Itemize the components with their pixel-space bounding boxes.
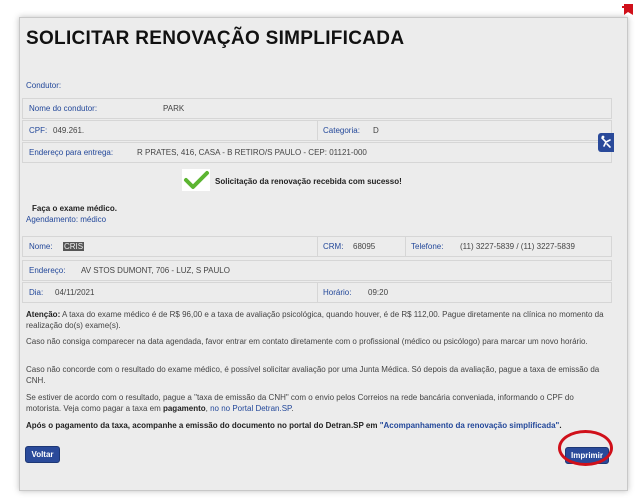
highlight-circle <box>558 430 613 466</box>
main-panel: SOLICITAR RENOVAÇÃO SIMPLIFICADA Conduto… <box>19 17 628 491</box>
endereco-clinica-label: Endereço: <box>29 266 66 275</box>
checkmark-icon <box>182 169 210 191</box>
acompanhamento-link[interactable]: "Acompanhamento da renovação simplificad… <box>380 421 560 430</box>
telefone-label: Telefone: <box>411 242 444 251</box>
categoria-label: Categoria: <box>323 126 360 135</box>
row-nome-condutor: Nome do condutor: PARK <box>22 98 612 119</box>
nome-condutor-value: PARK <box>163 104 185 113</box>
horario-value: 09:20 <box>368 288 389 297</box>
nome-condutor-label: Nome do condutor: <box>29 104 98 113</box>
info-junta-medica: Caso não concorde com o resultado do exa… <box>26 365 600 385</box>
accessibility-icon[interactable] <box>598 133 614 152</box>
telefone-value: (11) 3227-5839 / (11) 3227-5839 <box>460 242 575 251</box>
categoria-value: D <box>373 126 379 135</box>
row-medico: Nome: CRIS CRM: 68095 Telefone: (11) 322… <box>22 236 612 257</box>
row-endereco-entrega: Endereço para entrega: R PRATES, 416, CA… <box>22 142 612 163</box>
voltar-button[interactable]: Voltar <box>25 446 60 463</box>
info-reschedule: Caso não consiga comparecer na data agen… <box>26 337 588 346</box>
page-title: SOLICITAR RENOVAÇÃO SIMPLIFICADA <box>26 28 405 49</box>
endereco-clinica-value: AV STOS DUMONT, 706 - LUZ, S PAULO <box>81 266 230 275</box>
row-dia-horario: Dia: 04/11/2021 Horário: 09:20 <box>22 282 612 303</box>
endereco-entrega-label: Endereço para entrega: <box>29 148 114 157</box>
dia-value: 04/11/2021 <box>55 288 95 297</box>
row-cpf: CPF: 049.261. Categoria: D <box>22 120 612 141</box>
cpf-value: 049.261. <box>53 126 85 135</box>
medico-nome-value: CRIS <box>63 242 85 251</box>
crm-value: 68095 <box>353 242 376 251</box>
portal-detran-link[interactable]: no no Portal Detran.SP <box>210 404 291 413</box>
crm-label: CRM: <box>323 242 344 251</box>
bookmark-icon[interactable] <box>621 3 635 17</box>
medico-nome-label: Nome: <box>29 242 53 251</box>
horario-label: Horário: <box>323 288 352 297</box>
agendamento-label: Agendamento: médico <box>26 215 107 224</box>
condutor-heading: Condutor: <box>26 81 62 90</box>
success-text: Solicitação da renovação recebida com su… <box>215 177 402 186</box>
info-payment: Se estiver de acordo com o resultado, pa… <box>26 393 574 413</box>
endereco-entrega-value: R PRATES, 416, CASA - B RETIRO/S PAULO -… <box>137 148 367 157</box>
cpf-label: CPF: <box>29 126 48 135</box>
exame-instruction: Faça o exame médico. <box>32 204 117 213</box>
info-attention: Atenção: A taxa do exame médico é de R$ … <box>26 310 604 330</box>
info-tracking: Após o pagamento da taxa, acompanhe a em… <box>26 421 562 430</box>
row-endereco-clinica: Endereço: AV STOS DUMONT, 706 - LUZ, S P… <box>22 260 612 281</box>
dia-label: Dia: <box>29 288 44 297</box>
